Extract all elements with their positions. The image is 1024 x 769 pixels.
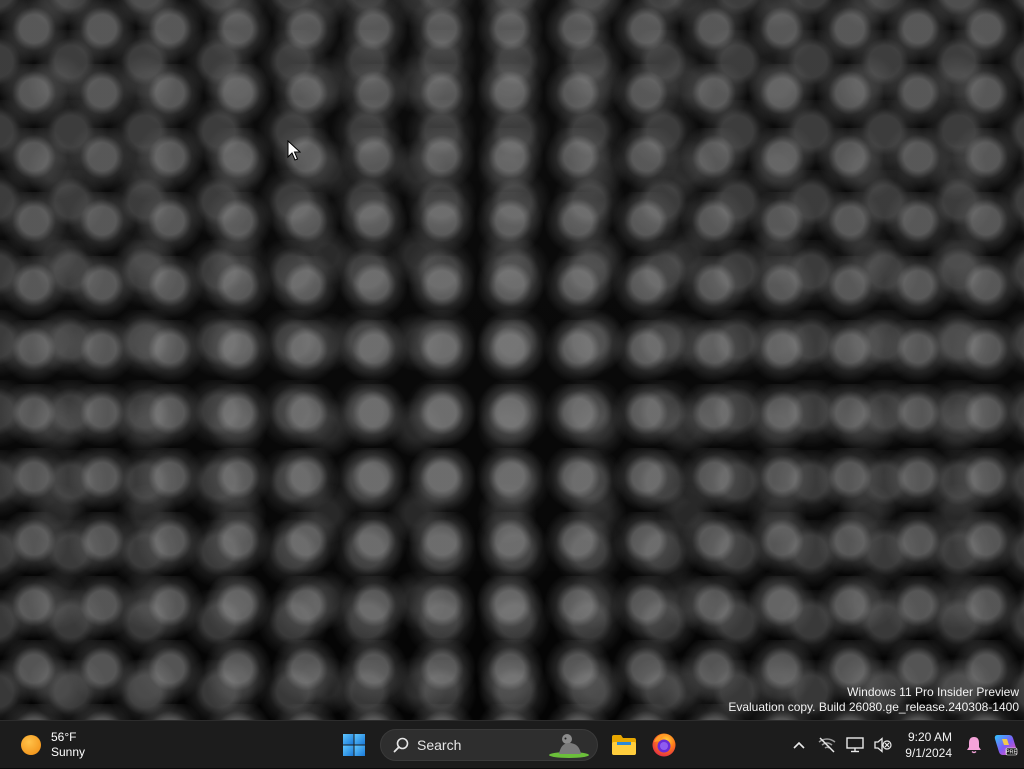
start-button[interactable]	[334, 725, 374, 765]
sun-icon	[21, 735, 41, 755]
taskbar-center: Search	[334, 725, 684, 765]
firefox-button[interactable]	[644, 725, 684, 765]
copilot-button[interactable]: PRE	[988, 725, 1024, 765]
system-tray: 9:20 AM 9/1/2024 PRE	[785, 721, 1024, 769]
mouse-cursor-icon	[287, 140, 301, 161]
weather-temperature: 56°F	[51, 730, 77, 744]
clock-date: 9/1/2024	[905, 746, 952, 760]
search-highlight-icon	[549, 734, 589, 758]
windows-logo-icon	[343, 734, 365, 756]
network-off-icon	[818, 737, 836, 753]
clock[interactable]: 9:20 AM 9/1/2024	[905, 729, 952, 761]
watermark-build: Evaluation copy. Build 26080.ge_release.…	[728, 700, 1019, 714]
network-button[interactable]	[813, 725, 841, 765]
display-button[interactable]	[841, 725, 869, 765]
file-explorer-button[interactable]	[604, 725, 644, 765]
copilot-icon: PRE	[994, 735, 1018, 756]
desktop-wallpaper[interactable]	[0, 0, 1024, 720]
chevron-up-icon	[793, 741, 805, 749]
search-icon	[393, 737, 409, 753]
weather-condition: Sunny	[51, 745, 86, 759]
svg-text:PRE: PRE	[1006, 750, 1018, 756]
watermark-edition: Windows 11 Pro Insider Preview	[847, 685, 1019, 699]
volume-muted-icon	[874, 737, 892, 753]
search-box[interactable]: Search	[380, 729, 598, 761]
firefox-icon	[652, 733, 676, 757]
windows-watermark: Windows 11 Pro Insider Preview Evaluatio…	[728, 685, 1019, 715]
weather-widget[interactable]: 56°F Sunny	[14, 728, 124, 762]
clock-time: 9:20 AM	[907, 730, 952, 744]
search-label: Search	[417, 737, 462, 753]
show-hidden-icons-button[interactable]	[785, 725, 813, 765]
bell-icon	[967, 737, 981, 754]
display-icon	[846, 737, 864, 753]
notifications-button[interactable]	[960, 725, 988, 765]
taskbar: 56°F Sunny Search 9:20 AM 9/1/2024 PRE	[0, 720, 1024, 768]
volume-button[interactable]	[869, 725, 897, 765]
file-explorer-icon	[612, 735, 636, 755]
